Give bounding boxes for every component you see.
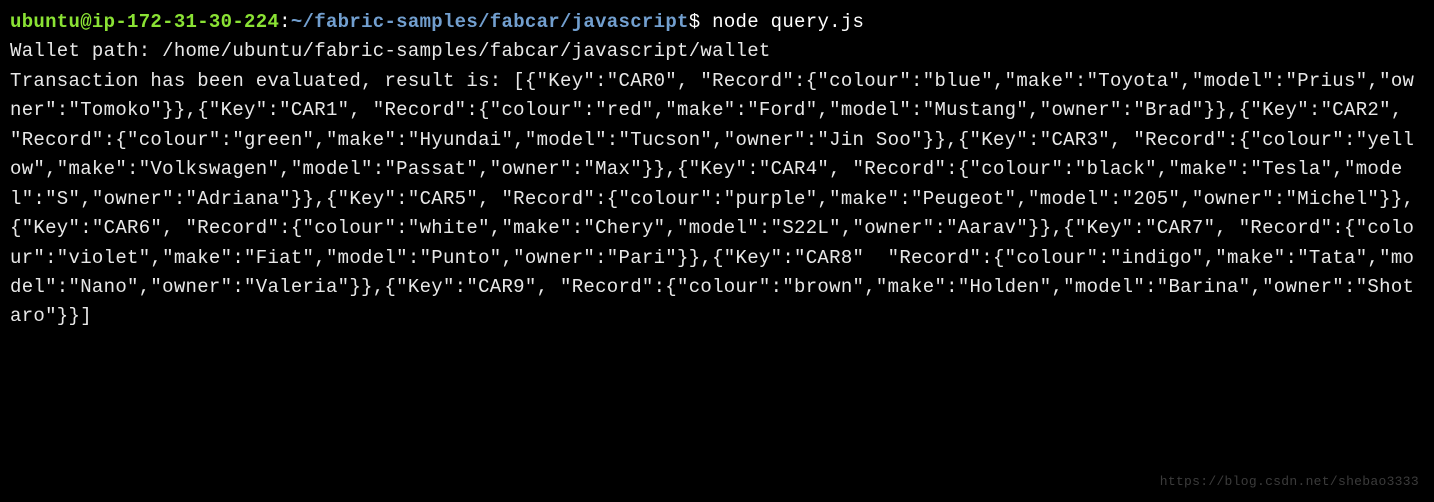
prompt-user-host: ubuntu@ip-172-31-30-224 — [10, 11, 279, 33]
output-transaction-result: Transaction has been evaluated, result i… — [10, 70, 1414, 328]
prompt-dollar: $ — [689, 11, 701, 33]
watermark-text: https://blog.csdn.net/shebao3333 — [1160, 472, 1419, 492]
prompt-path: ~/fabric-samples/fabcar/javascript — [291, 11, 689, 33]
output-wallet-path: Wallet path: /home/ubuntu/fabric-samples… — [10, 40, 771, 62]
prompt-colon: : — [279, 11, 291, 33]
command-text: node query.js — [700, 11, 864, 33]
terminal-output[interactable]: ubuntu@ip-172-31-30-224:~/fabric-samples… — [10, 8, 1424, 332]
